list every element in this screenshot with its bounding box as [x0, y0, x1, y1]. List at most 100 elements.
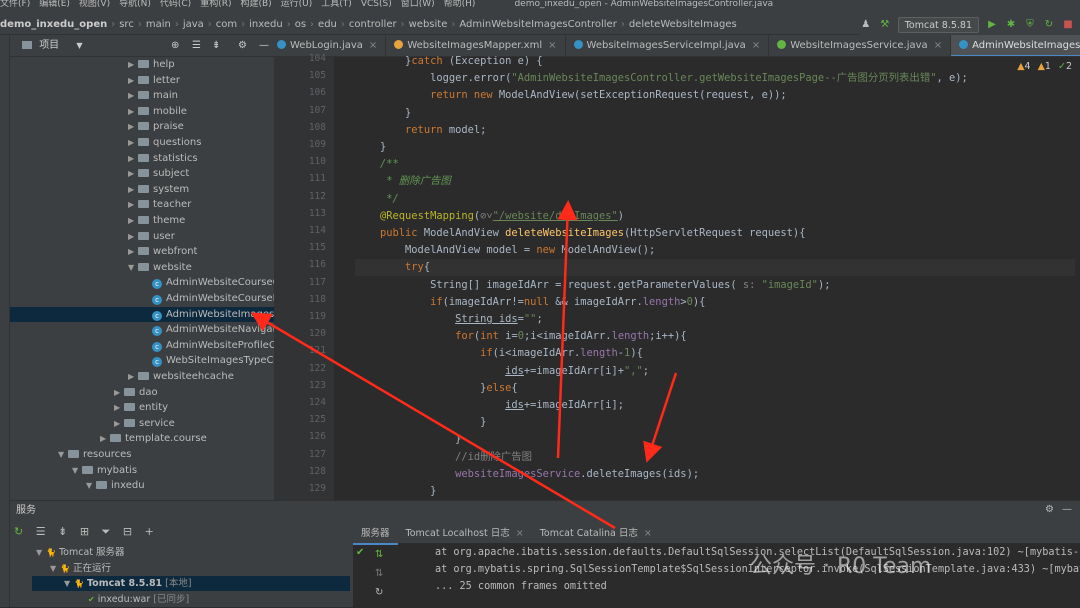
tree-item[interactable]: c AdminWebsiteProfileContr — [142, 338, 274, 354]
expand-all-icon[interactable]: ☰ — [192, 35, 201, 57]
close-icon[interactable]: × — [934, 40, 942, 51]
run-config-select[interactable]: Tomcat 8.5.81 — [897, 16, 979, 33]
chevron-right-icon[interactable]: ▶ — [100, 431, 110, 447]
chevron-right-icon[interactable]: ▶ — [128, 213, 138, 229]
breadcrumb-item[interactable]: java — [183, 14, 204, 34]
debug-icon[interactable]: ✱ — [1005, 19, 1017, 31]
close-icon[interactable]: × — [548, 40, 556, 51]
breadcrumb-item[interactable]: website — [409, 14, 448, 34]
breadcrumb-item[interactable]: AdminWebsiteImagesController — [459, 14, 616, 34]
menu-item[interactable]: 编辑(E) — [39, 0, 70, 9]
chevron-right-icon[interactable]: ▶ — [128, 197, 138, 213]
breadcrumb-item[interactable]: controller — [349, 14, 397, 34]
tree-item[interactable]: ▶ subject — [128, 166, 189, 182]
tree-item[interactable]: c AdminWebsiteCourseDeta — [142, 291, 274, 307]
tree-item[interactable]: ▼ inxedu — [86, 478, 145, 494]
chevron-right-icon[interactable]: ▶ — [114, 385, 124, 401]
chevron-down-icon[interactable]: ▼ — [36, 545, 46, 560]
user-icon[interactable]: ♟ — [860, 19, 872, 31]
close-icon[interactable]: × — [516, 528, 524, 539]
menu-item[interactable]: 代码(C) — [160, 0, 191, 9]
console-tab[interactable]: Tomcat Catalina 日志 × — [532, 525, 660, 543]
menu-item[interactable]: 构建(B) — [240, 0, 271, 9]
chevron-right-icon[interactable]: ▶ — [128, 244, 138, 260]
breadcrumb-item[interactable]: os — [295, 14, 306, 34]
chevron-down-icon[interactable]: ▼ — [76, 41, 82, 50]
breadcrumb-item[interactable]: src — [119, 14, 134, 34]
tree-item[interactable]: ▶ entity — [114, 400, 168, 416]
chevron-right-icon[interactable]: ▶ — [128, 57, 138, 73]
editor-tab[interactable]: WebsiteImagesService.java × — [769, 35, 952, 56]
tree-item[interactable]: ▶ help — [128, 57, 175, 73]
tree-item[interactable]: ▶ statistics — [128, 151, 198, 167]
collapse-all-icon[interactable]: ⇟ — [212, 35, 220, 57]
layout-icon[interactable]: ⊟ — [123, 525, 132, 538]
tree-item[interactable]: ▼ resources — [58, 447, 131, 463]
chevron-right-icon[interactable]: ▶ — [128, 119, 138, 135]
menu-item[interactable]: 帮助(H) — [444, 0, 476, 9]
tree-item[interactable]: ▶ praise — [128, 119, 184, 135]
gear-icon[interactable]: ⚙ — [238, 35, 247, 57]
filter-icon[interactable]: ⏷ — [102, 525, 111, 538]
code-editor[interactable]: WebLogin.java × WebsiteImagesMapper.xml × We… — [274, 35, 1080, 500]
inspection-widget[interactable]: ▲4 ▲1 ✓2 — [1017, 61, 1072, 72]
breadcrumb-item[interactable]: main — [146, 14, 171, 34]
chevron-down-icon[interactable]: ▼ — [128, 260, 138, 276]
tree-item[interactable]: ▶ questions — [128, 135, 201, 151]
close-icon[interactable]: × — [644, 528, 652, 539]
minimize-icon[interactable]: — — [1062, 504, 1072, 515]
service-tree-item[interactable]: ▼ 🐈 Tomcat 8.5.81 [本地] — [32, 576, 350, 591]
chevron-down-icon[interactable]: ▼ — [72, 463, 82, 479]
gear-icon[interactable]: ⚙ — [1045, 504, 1054, 515]
minimize-icon[interactable]: — — [259, 35, 269, 57]
chevron-right-icon[interactable]: ▶ — [128, 151, 138, 167]
tree-item[interactable]: ▶ dao — [114, 385, 158, 401]
breadcrumb-item[interactable]: inxedu — [249, 14, 283, 34]
tree-item[interactable]: ▶ system — [128, 182, 189, 198]
tree-item[interactable]: ▼ mybatis — [72, 463, 137, 479]
console-tab[interactable]: 服务器 — [353, 525, 398, 545]
tree-item[interactable]: ▶ websiteehcache — [128, 369, 234, 385]
tree-item[interactable]: ▶ teacher — [128, 197, 191, 213]
chevron-right-icon[interactable]: ▶ — [128, 182, 138, 198]
breadcrumb-item[interactable]: demo_inxedu_open — [0, 14, 107, 34]
locate-icon[interactable]: ⊕ — [171, 35, 179, 57]
tree-item[interactable]: ▶ theme — [128, 213, 185, 229]
build-hammer-icon[interactable]: ⚒ — [879, 19, 891, 31]
chevron-right-icon[interactable]: ▶ — [128, 88, 138, 104]
chevron-right-icon[interactable]: ▶ — [128, 369, 138, 385]
deploy-icon[interactable]: ⇅ — [375, 549, 383, 560]
breadcrumb-item[interactable]: edu — [318, 14, 337, 34]
chevron-right-icon[interactable]: ▶ — [128, 73, 138, 89]
tree-item[interactable]: ▶ user — [128, 229, 175, 245]
restart-icon[interactable]: ↻ — [375, 587, 383, 598]
menu-item[interactable]: 运行(U) — [281, 0, 313, 9]
chevron-down-icon[interactable]: ▼ — [64, 576, 74, 591]
chevron-right-icon[interactable]: ▶ — [128, 135, 138, 151]
tree-item[interactable]: ▶ mobile — [128, 104, 187, 120]
group-icon[interactable]: ⊞ — [80, 525, 89, 538]
service-tree-item[interactable]: ▼ 🐈 正在运行 — [50, 561, 111, 576]
menu-item[interactable]: 文件(F) — [0, 0, 30, 9]
menu-item[interactable]: VCS(S) — [361, 0, 392, 9]
tree-item[interactable]: ▶ webfront — [128, 244, 197, 260]
tree-item[interactable]: c AdminWebsiteImagesCont — [10, 306, 274, 323]
add-icon[interactable]: + — [145, 525, 154, 538]
close-icon[interactable]: × — [752, 40, 760, 51]
chevron-down-icon[interactable]: ▼ — [50, 561, 60, 576]
editor-tab[interactable]: WebsiteImagesServiceImpl.java × — [566, 35, 770, 56]
service-tree-item[interactable]: ▼ 🐈 Tomcat 服务器 — [36, 545, 125, 560]
menu-item[interactable]: 导航(N) — [119, 0, 151, 9]
breadcrumb-item[interactable]: com — [216, 14, 237, 34]
console-tab[interactable]: Tomcat Localhost 日志 × — [398, 525, 532, 543]
chevron-right-icon[interactable]: ▶ — [114, 400, 124, 416]
chevron-right-icon[interactable]: ▶ — [128, 104, 138, 120]
tree-item[interactable]: ▶ main — [128, 88, 178, 104]
tree-item[interactable]: ▶ letter — [128, 73, 180, 89]
refresh-icon[interactable]: ↻ — [14, 525, 23, 538]
menu-item[interactable]: 重构(R) — [200, 0, 231, 9]
collapse-all-icon[interactable]: ⇟ — [58, 525, 67, 538]
tree-item[interactable]: c AdminWebsiteCourseCont — [142, 275, 274, 291]
chevron-right-icon[interactable]: ▶ — [128, 166, 138, 182]
tree-item[interactable]: c AdminWebsiteNavigateCo — [142, 322, 274, 338]
